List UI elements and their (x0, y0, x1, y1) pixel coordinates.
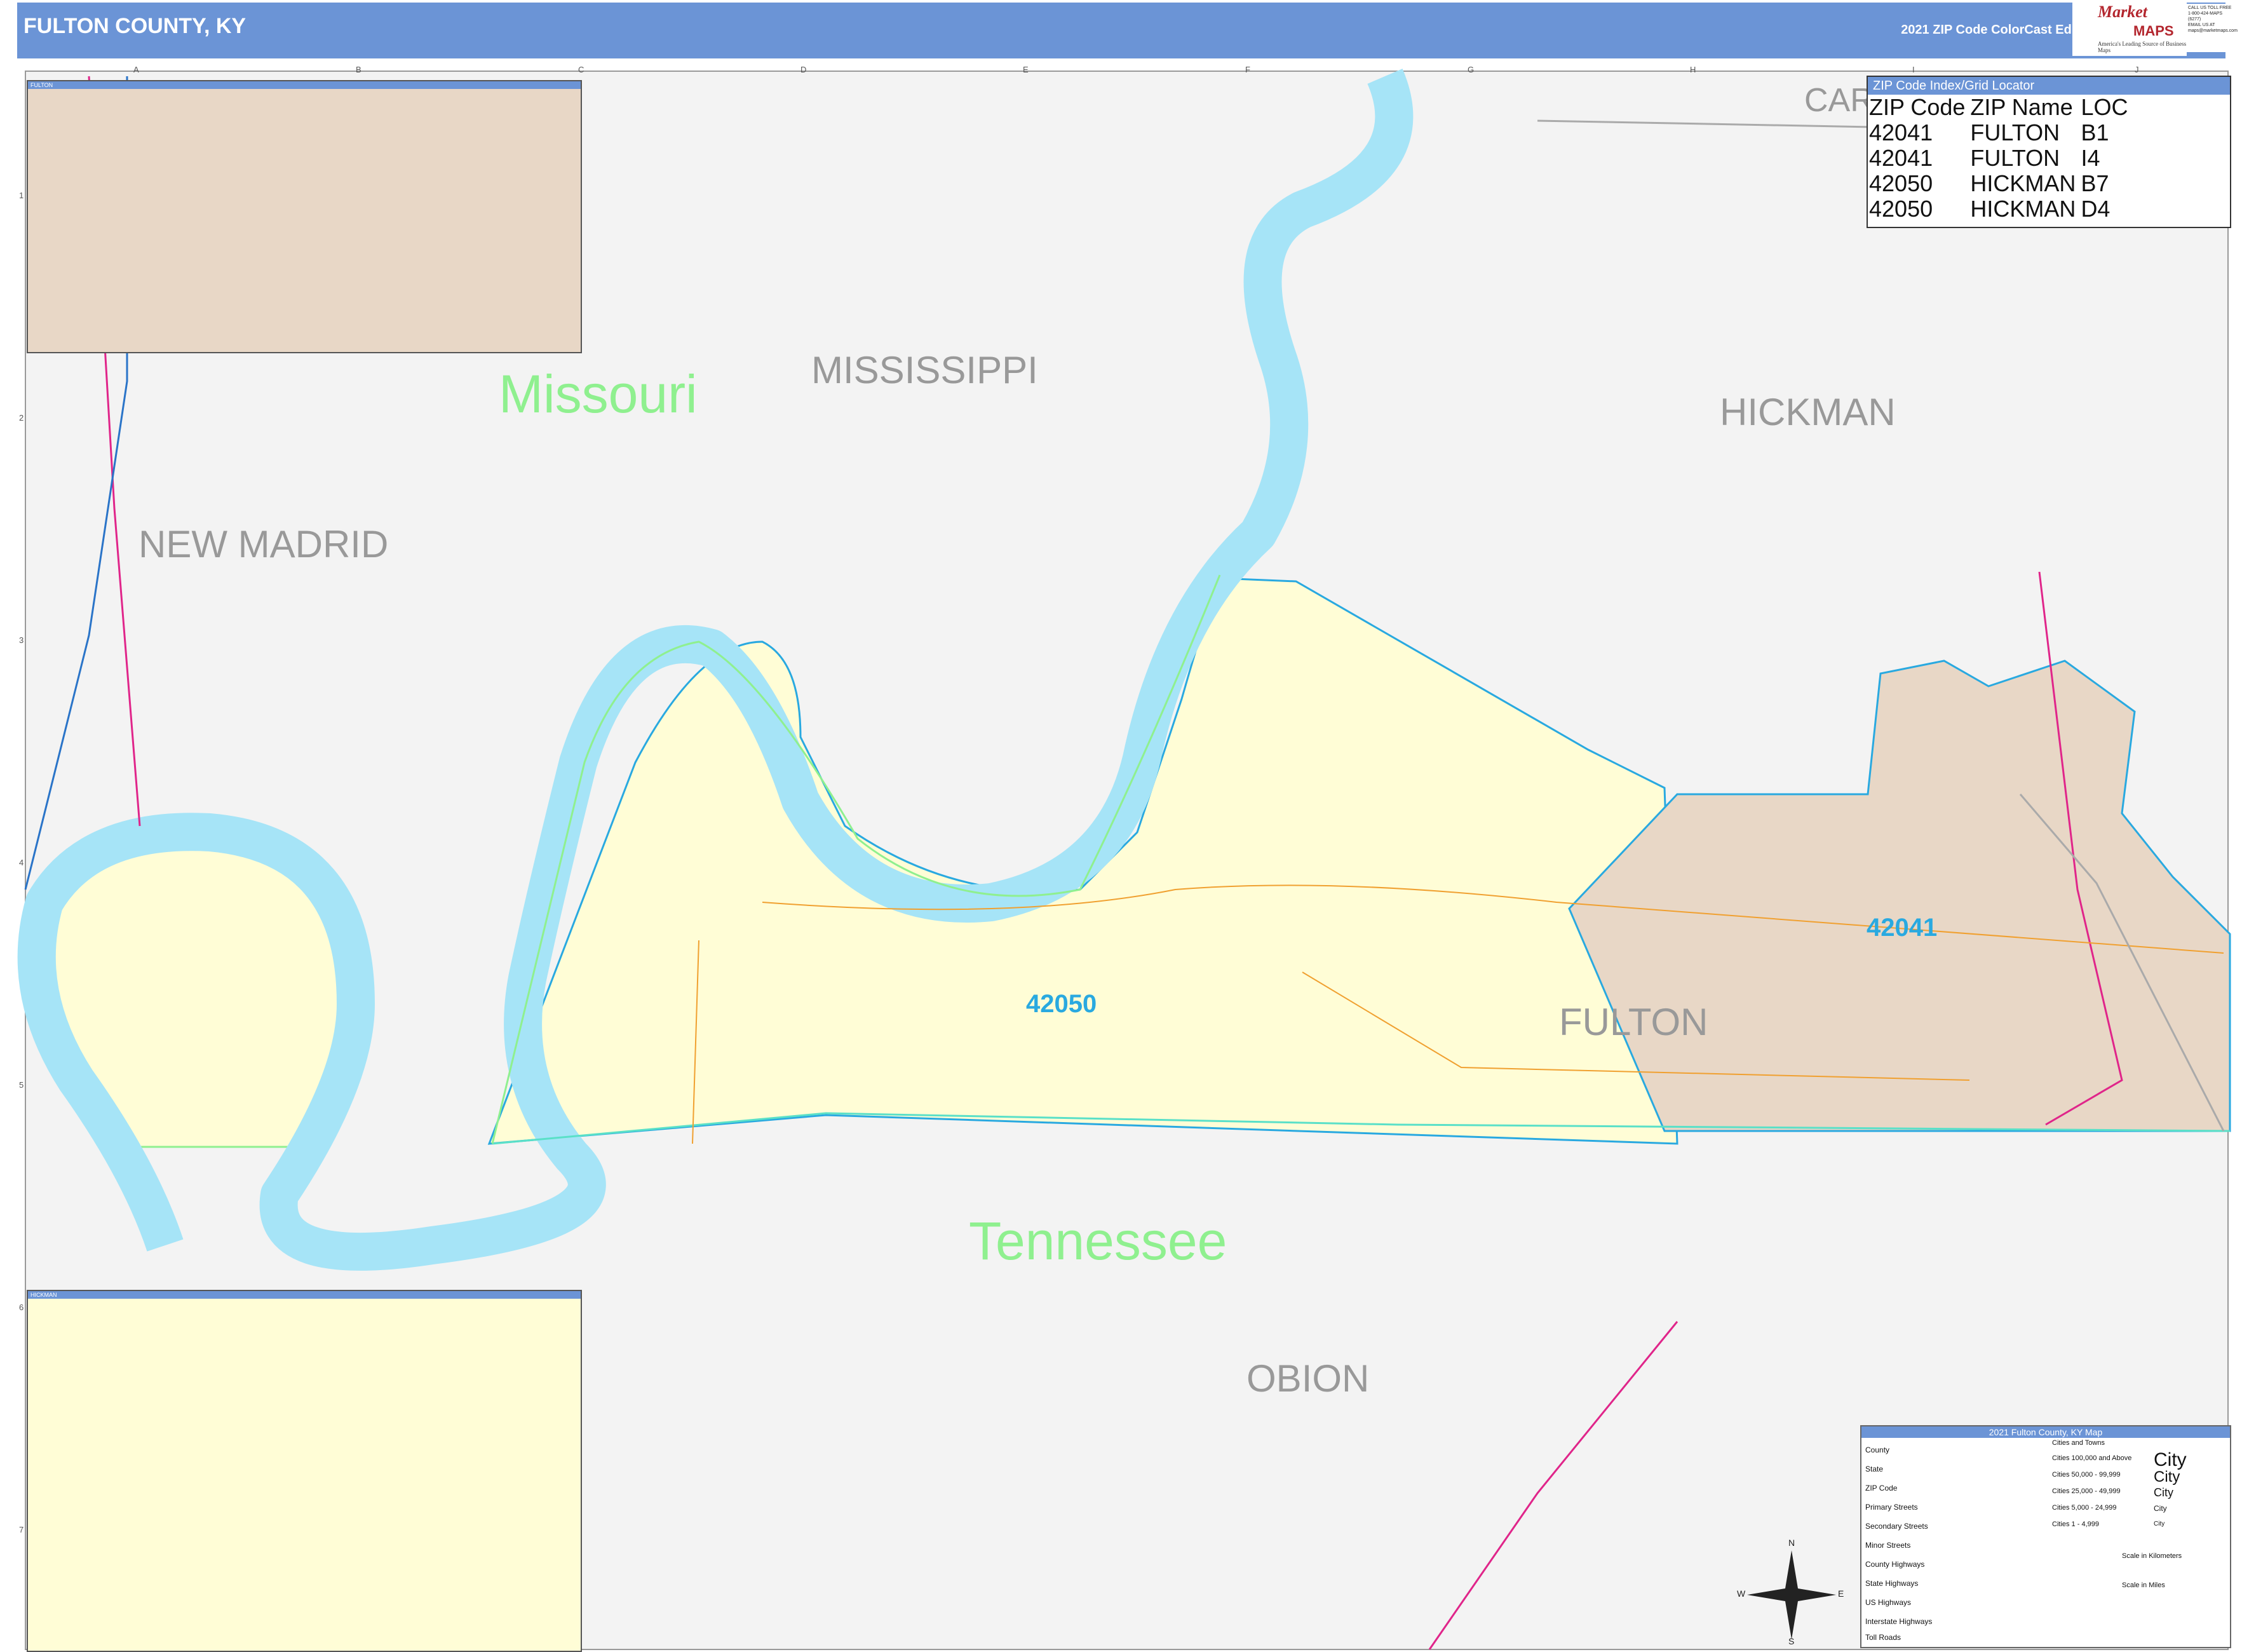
legend-item: County Highways (1865, 1560, 1925, 1569)
inset-hickman-title: HICKMAN (28, 1291, 581, 1299)
label-fulton: FULTON (1559, 1001, 1708, 1043)
grid-col-label: D (800, 65, 807, 74)
legend-item: Minor Streets (1865, 1541, 1911, 1550)
table-row: 42041 FULTON I4 (1869, 146, 2133, 171)
legend-item: Primary Streets (1865, 1503, 1918, 1512)
grid-row-label: 3 (19, 635, 24, 645)
cell: B1 (2081, 119, 2109, 146)
zip-label-42050: 42050 (1026, 990, 1097, 1018)
zip-label-42041: 42041 (1867, 914, 1938, 942)
cell: 42050 (1869, 196, 1933, 222)
grid-col-label: A (133, 65, 139, 74)
legend-item: US Highways (1865, 1598, 1912, 1607)
scale-km: Scale in Kilometers (2122, 1552, 2182, 1560)
compass-s: S (1788, 1636, 1795, 1646)
city-class: Cities 50,000 - 99,999 (2052, 1471, 2121, 1479)
scale-mi: Scale in Miles (2122, 1581, 2165, 1589)
grid-row-label: 4 (19, 858, 24, 867)
compass-e: E (1838, 1588, 1844, 1599)
grid-col-label: F (1245, 65, 1250, 74)
cell: I4 (2081, 145, 2100, 171)
cell: HICKMAN (1970, 170, 2076, 196)
legend-item: Toll Roads (1865, 1633, 1901, 1642)
grid-col-label: G (1468, 65, 1475, 74)
inset-fulton-title: FULTON (28, 81, 581, 89)
label-hickman: HICKMAN (1720, 391, 1896, 433)
cell: 42050 (1869, 170, 1933, 196)
cell: HICKMAN (1970, 196, 2076, 222)
table-row: 42050 HICKMAN B7 (1869, 171, 2133, 196)
label-missouri: Missouri (499, 364, 698, 424)
grid-col-label: I (1912, 65, 1915, 74)
table-header-row: ZIP Code ZIP Name LOC (1869, 95, 2133, 120)
compass-w: W (1737, 1588, 1746, 1599)
legend-title: 2021 Fulton County, KY Map (1861, 1426, 2230, 1438)
cell: 42041 (1869, 119, 1933, 146)
map-legend: 2021 Fulton County, KY Map County State … (1860, 1425, 2231, 1648)
cell: FULTON (1970, 145, 2060, 171)
grid-col-label: H (1690, 65, 1696, 74)
grid-row-label: 7 (19, 1525, 24, 1534)
compass-rose (1747, 1550, 1836, 1639)
col-loc: LOC (2081, 94, 2128, 120)
grid-col-label: E (1023, 65, 1029, 74)
legend-item: Interstate Highways (1865, 1617, 1933, 1626)
inset-hickman: HICKMAN (27, 1290, 582, 1652)
grid-row-label: 2 (19, 413, 24, 423)
label-mississippi: MISSISSIPPI (811, 349, 1038, 391)
label-carlisle: CAR (1804, 82, 1874, 119)
cell: B7 (2081, 170, 2109, 196)
zip-index-table: ZIP Code ZIP Name LOC 42041 FULTON B1 42… (1869, 95, 2133, 222)
grid-row-label: 1 (19, 191, 24, 200)
grid-col-label: B (356, 65, 361, 74)
grid-row-label: 6 (19, 1303, 24, 1312)
legend-item: ZIP Code (1865, 1484, 1898, 1493)
label-tennessee: Tennessee (969, 1211, 1227, 1271)
city-class: Cities 25,000 - 49,999 (2052, 1487, 2121, 1495)
legend-item: County (1865, 1446, 1890, 1454)
cities-heading: Cities and Towns (2052, 1439, 2105, 1447)
legend-item: State (1865, 1465, 1884, 1473)
city-class: Cities 100,000 and Above (2052, 1454, 2132, 1462)
city-sample: City (2154, 1486, 2173, 1499)
cell: FULTON (1970, 119, 2060, 146)
table-row: 42041 FULTON B1 (1869, 120, 2133, 146)
city-sample: City (2154, 1504, 2167, 1513)
cell: 42041 (1869, 145, 1933, 171)
col-zip-code: ZIP Code (1869, 94, 1966, 120)
legend-item: State Highways (1865, 1579, 1919, 1588)
grid-col-label: C (578, 65, 584, 74)
label-obion: OBION (1246, 1357, 1370, 1400)
city-class: Cities 1 - 4,999 (2052, 1520, 2099, 1528)
label-new-madrid: NEW MADRID (138, 523, 389, 565)
city-sample: City (2154, 1520, 2165, 1527)
zip-index-heading: ZIP Code Index/Grid Locator (1868, 77, 2230, 95)
grid-row-label: 5 (19, 1080, 24, 1090)
zip-code-index: ZIP Code Index/Grid Locator ZIP Code ZIP… (1867, 76, 2231, 228)
inset-fulton: FULTON (27, 80, 582, 353)
cell: D4 (2081, 196, 2110, 222)
city-sample: City (2154, 1449, 2187, 1470)
compass-n: N (1788, 1538, 1795, 1548)
legend-item: Secondary Streets (1865, 1522, 1928, 1531)
city-class: Cities 5,000 - 24,999 (2052, 1504, 2117, 1512)
grid-col-label: J (2135, 65, 2139, 74)
city-sample: City (2154, 1468, 2180, 1486)
col-zip-name: ZIP Name (1970, 94, 2073, 120)
table-row: 42050 HICKMAN D4 (1869, 196, 2133, 222)
